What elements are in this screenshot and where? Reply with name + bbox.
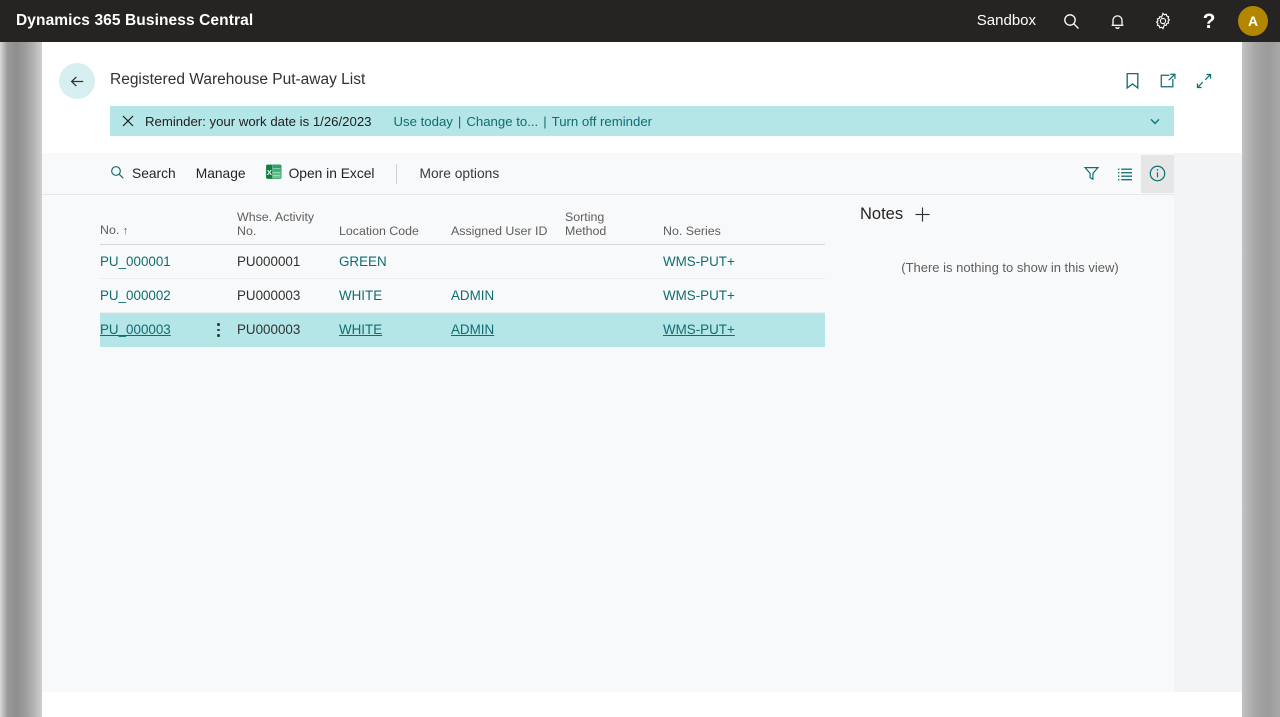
bookmark-icon[interactable] (1121, 70, 1143, 92)
table-row-selected[interactable]: PU_000003 PU000003 WHITE ADMIN WMS-PUT+ (100, 313, 825, 347)
ellipsis-vertical-icon (217, 323, 220, 337)
cell-whse-activity-no: PU000001 (237, 254, 301, 269)
avatar-initial: A (1247, 13, 1259, 29)
search-icon (110, 165, 125, 183)
page-header-actions (1121, 70, 1215, 92)
manage-button[interactable]: Manage (186, 159, 256, 189)
plus-icon[interactable] (913, 205, 932, 224)
page-header: Registered Warehouse Put-away List Remin… (42, 42, 1242, 153)
column-header-whse-activity-no[interactable]: Whse. Activity No. (237, 210, 339, 244)
environment-badge[interactable]: Sandbox (965, 0, 1048, 42)
right-edge-gradient (1242, 42, 1280, 717)
column-label-line1: Sorting (565, 210, 605, 224)
cell-location-code[interactable]: GREEN (339, 254, 451, 269)
action-toolbar: Search Manage X Open in Excel More optio… (42, 153, 1174, 195)
toolbar-right-icons (1075, 154, 1174, 193)
cell-assigned-user-id[interactable]: ADMIN (451, 322, 565, 337)
svg-text:X: X (266, 168, 271, 177)
collapse-icon[interactable] (1193, 70, 1215, 92)
column-header-assigned-user-id[interactable]: Assigned User ID (451, 223, 565, 245)
list-view-icon[interactable] (1108, 155, 1141, 193)
column-label: No. (100, 222, 120, 237)
column-label-line2: No. (237, 223, 257, 238)
cell-no[interactable]: PU_000001 (100, 254, 237, 269)
more-options-button[interactable]: More options (409, 159, 509, 189)
search-label: Search (132, 166, 176, 181)
column-label: No. Series (663, 223, 721, 238)
work-date-notification: Reminder: your work date is 1/26/2023 Us… (110, 106, 1174, 136)
table-row[interactable]: PU_000002 PU000003 WHITE ADMIN WMS-PUT+ (100, 279, 825, 313)
back-button[interactable] (59, 63, 95, 99)
open-in-excel-button[interactable]: X Open in Excel (256, 159, 385, 189)
column-label: Assigned User ID (451, 223, 548, 238)
bell-icon[interactable] (1094, 0, 1140, 42)
put-away-table: No. ↑ Whse. Activity No. Location Code A… (100, 205, 825, 347)
cell-whse-activity-no: PU000003 (237, 322, 301, 337)
app-title: Dynamics 365 Business Central (16, 12, 254, 29)
manage-label: Manage (195, 166, 246, 181)
more-options-label: More options (419, 166, 500, 181)
chevron-down-icon[interactable] (1148, 114, 1162, 128)
row-context-menu-icon[interactable] (217, 313, 220, 347)
app-bar: Dynamics 365 Business Central Sandbox ? (0, 0, 1280, 42)
content-card: Search Manage X Open in Excel More optio… (42, 153, 1174, 703)
column-header-no-series[interactable]: No. Series (663, 223, 775, 245)
cell-no[interactable]: PU_000002 (100, 288, 237, 303)
table-row[interactable]: PU_000001 PU000001 GREEN WMS-PUT+ (100, 245, 825, 279)
close-icon[interactable] (121, 114, 135, 128)
link-separator-2: | (543, 113, 547, 129)
column-header-no[interactable]: No. ↑ (100, 222, 237, 245)
page-body: Search Manage X Open in Excel More optio… (42, 153, 1242, 703)
column-label-line2: Method (565, 223, 607, 238)
help-icon[interactable]: ? (1186, 0, 1232, 42)
notes-title: Notes (860, 205, 904, 223)
turn-off-reminder-link[interactable]: Turn off reminder (552, 114, 652, 129)
notes-empty-message: (There is nothing to show in this view) (901, 260, 1119, 275)
left-edge-gradient (0, 42, 42, 717)
link-separator-1: | (457, 113, 462, 129)
toolbar-divider (396, 163, 398, 184)
cell-no-series[interactable]: WMS-PUT+ (663, 288, 775, 303)
avatar[interactable]: A (1238, 6, 1268, 36)
column-label-line1: Whse. Activity (237, 210, 315, 224)
column-header-sorting-method[interactable]: Sorting Method (565, 210, 663, 244)
help-label: ? (1202, 9, 1216, 33)
column-header-location-code[interactable]: Location Code (339, 223, 451, 245)
page-container: Registered Warehouse Put-away List Remin… (42, 42, 1242, 717)
cell-assigned-user-id[interactable]: ADMIN (451, 288, 565, 303)
notes-header: Notes (860, 205, 1160, 224)
excel-label: Open in Excel (288, 166, 375, 181)
sort-ascending-icon: ↑ (122, 224, 129, 237)
column-label: Location Code (339, 223, 419, 238)
cell-no-series[interactable]: WMS-PUT+ (663, 254, 775, 269)
search-button[interactable]: Search (100, 159, 186, 189)
change-to-link[interactable]: Change to... (466, 114, 538, 129)
open-in-new-window-icon[interactable] (1157, 70, 1179, 92)
notification-message: Reminder: your work date is 1/26/2023 (145, 113, 372, 129)
gear-icon[interactable] (1140, 0, 1186, 42)
cell-location-code[interactable]: WHITE (339, 322, 451, 337)
cell-no-series[interactable]: WMS-PUT+ (663, 322, 775, 337)
notes-factbox: Notes (There is nothing to show in this … (860, 205, 1160, 275)
use-today-link[interactable]: Use today (394, 114, 453, 129)
search-icon[interactable] (1048, 0, 1094, 42)
info-icon[interactable] (1141, 154, 1174, 193)
app-bar-actions: Sandbox ? A (965, 0, 1280, 42)
cell-whse-activity-no: PU000003 (237, 288, 301, 303)
table-header-row: No. ↑ Whse. Activity No. Location Code A… (100, 205, 825, 245)
excel-icon: X (265, 164, 282, 183)
cell-location-code[interactable]: WHITE (339, 288, 451, 303)
page-footer (42, 692, 1242, 717)
filter-icon[interactable] (1075, 155, 1108, 193)
page-title: Registered Warehouse Put-away List (110, 71, 366, 88)
notification-links: Use today | Change to... | Turn off remi… (394, 114, 653, 129)
